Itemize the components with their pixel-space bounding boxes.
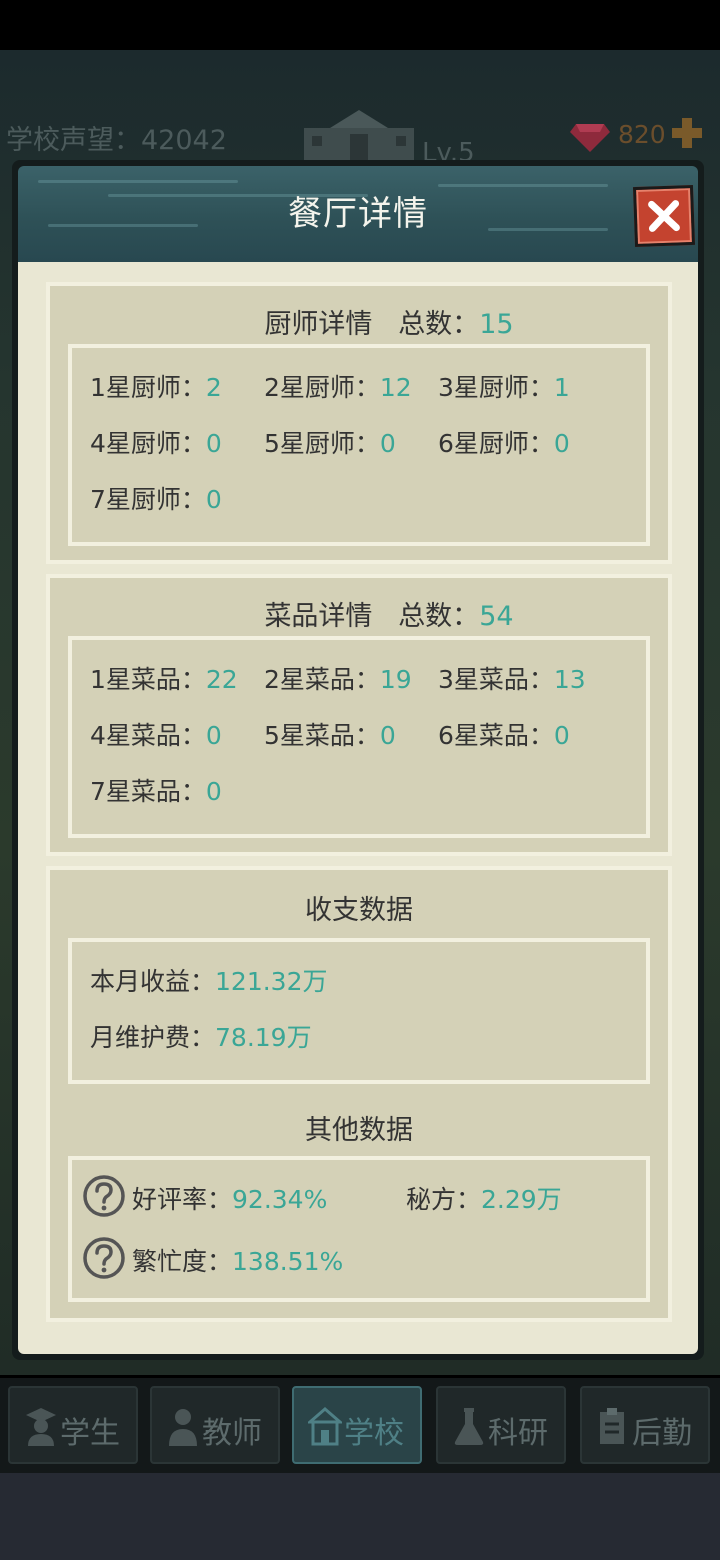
chef-section-title: 厨师详情 总数：15 [50, 302, 668, 341]
chef-total-label: 总数： [398, 309, 480, 340]
status-bar [0, 0, 720, 50]
school-icon [308, 1407, 342, 1446]
nav-research[interactable]: 科研 [436, 1386, 566, 1464]
chef-stats-box: 1星厨师：2 2星厨师：12 3星厨师：1 4星厨师：0 5星厨师：0 6星厨师… [68, 344, 650, 546]
finance-stats-box: 本月收益：121.32万 月维护费：78.19万 [68, 938, 650, 1084]
dish-total: 54 [479, 601, 514, 632]
header-decoration [38, 180, 238, 183]
gem-count: 820 [618, 120, 666, 149]
chef-stat-4: 4星厨师：0 [90, 429, 222, 458]
dish-stat-2: 2星菜品：19 [264, 665, 412, 694]
nav-student-label: 学生 [60, 1416, 120, 1451]
monthly-income: 本月收益：121.32万 [90, 967, 328, 996]
dish-stats-box: 1星菜品：22 2星菜品：19 3星菜品：13 4星菜品：0 5星菜品：0 6星… [68, 636, 650, 838]
dish-section-title: 菜品详情 总数：54 [50, 594, 668, 633]
chef-stat-6: 6星厨师：0 [438, 429, 570, 458]
nav-student[interactable]: 学生 [8, 1386, 138, 1464]
dialog-header: 餐厅详情 [18, 166, 698, 262]
finance-title: 收支数据 [305, 895, 413, 926]
nav-teacher-label: 教师 [202, 1416, 262, 1451]
add-gems-icon[interactable] [670, 116, 704, 150]
gem-icon [570, 124, 610, 152]
dish-stat-3: 3星菜品：13 [438, 665, 586, 694]
chef-title: 厨师详情 [264, 309, 373, 340]
nav-research-label: 科研 [488, 1416, 548, 1451]
chef-stat-3: 3星厨师：1 [438, 373, 570, 402]
dialog-title: 餐厅详情 [288, 194, 428, 234]
nav-teacher[interactable]: 教师 [150, 1386, 280, 1464]
nav-logistics[interactable]: 后勤 [580, 1386, 710, 1464]
other-stats-box: 好评率：92.34% 秘方：2.29万 繁忙度：138.51% [68, 1156, 650, 1302]
system-nav-area [0, 1473, 720, 1560]
chef-stat-7: 7星厨师：0 [90, 485, 222, 514]
reputation-text: 学校声望：42042 [6, 125, 227, 156]
chef-stat-1: 1星厨师：2 [90, 373, 222, 402]
busy-help-icon[interactable] [82, 1236, 126, 1280]
dish-section: 菜品详情 总数：54 1星菜品：22 2星菜品：19 3星菜品：13 4星菜品：… [46, 574, 672, 856]
nav-school[interactable]: 学校 [292, 1386, 422, 1464]
chef-total: 15 [479, 309, 514, 340]
close-icon [648, 200, 680, 232]
research-icon [454, 1408, 484, 1445]
rating-help-icon[interactable] [82, 1174, 126, 1218]
student-icon [26, 1408, 56, 1446]
dish-total-label: 总数： [398, 601, 480, 632]
nav-logistics-label: 后勤 [632, 1416, 692, 1451]
chef-stat-2: 2星厨师：12 [264, 373, 412, 402]
data-section: 收支数据 本月收益：121.32万 月维护费：78.19万 其他数据 好评率：9… [46, 866, 672, 1322]
dish-stat-4: 4星菜品：0 [90, 721, 222, 750]
monthly-maintenance: 月维护费：78.19万 [90, 1023, 312, 1052]
dish-title: 菜品详情 [264, 601, 373, 632]
dialog-body: 厨师详情 总数：15 1星厨师：2 2星厨师：12 3星厨师：1 4星厨师：0 … [18, 262, 698, 1354]
dish-stat-5: 5星菜品：0 [264, 721, 396, 750]
bottom-nav: 学生 教师 学校 科研 后勤 [0, 1378, 720, 1473]
dish-stat-6: 6星菜品：0 [438, 721, 570, 750]
other-title: 其他数据 [305, 1115, 413, 1146]
restaurant-details-dialog: 餐厅详情 厨师详情 总数：15 1星厨师：2 2星厨师：12 3星厨师：1 4星… [12, 160, 704, 1360]
nav-school-label: 学校 [344, 1416, 404, 1451]
close-button[interactable] [632, 184, 696, 248]
dish-stat-1: 1星菜品：22 [90, 665, 238, 694]
busy-stat: 繁忙度：138.51% [132, 1247, 344, 1276]
rating-stat: 好评率：92.34% [132, 1185, 328, 1214]
dish-stat-7: 7星菜品：0 [90, 777, 222, 806]
logistics-icon [600, 1408, 624, 1444]
school-building-icon [304, 110, 414, 162]
teacher-icon [169, 1409, 197, 1446]
chef-section: 厨师详情 总数：15 1星厨师：2 2星厨师：12 3星厨师：1 4星厨师：0 … [46, 282, 672, 564]
chef-stat-5: 5星厨师：0 [264, 429, 396, 458]
recipe-stat: 秘方：2.29万 [406, 1185, 562, 1214]
